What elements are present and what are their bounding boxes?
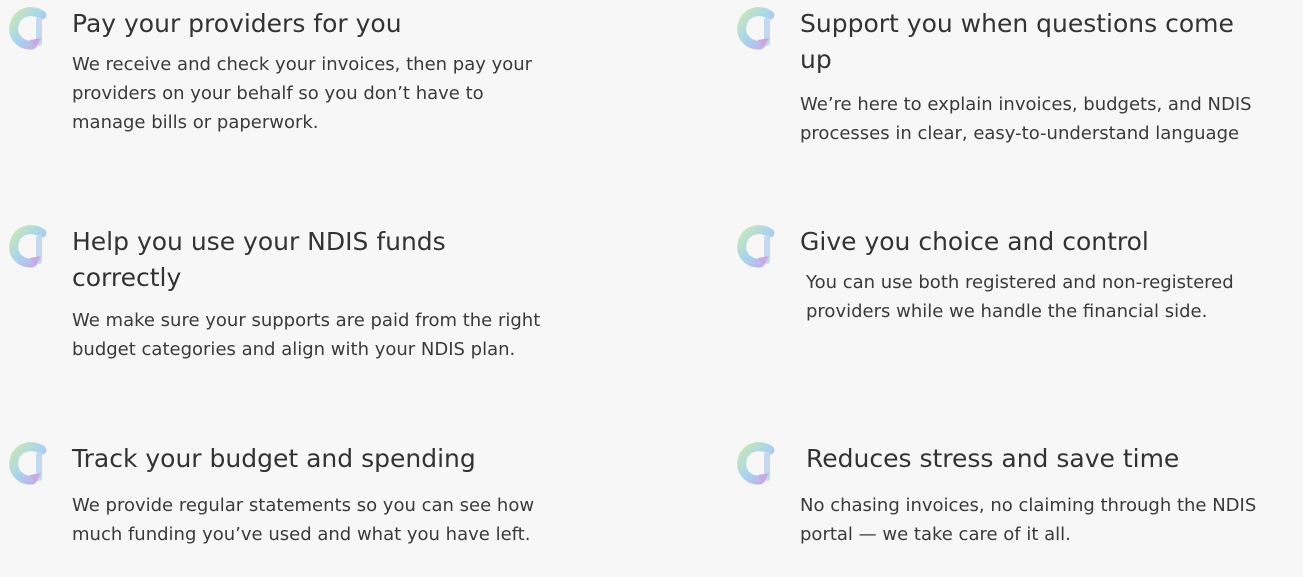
feature-title: Support you when questions come up (800, 9, 1234, 74)
feature-title: Give you choice and control (800, 227, 1149, 256)
feature-title: Pay your providers for you (72, 9, 402, 38)
feature-description: You can use both registered and non-regi… (806, 272, 1234, 322)
feature-description: No chasing invoices, no claiming through… (800, 495, 1257, 545)
refresh-arrow-icon (8, 224, 52, 268)
feature-description: We’re here to explain invoices, budgets,… (800, 94, 1252, 144)
feature-description: We provide regular statements so you can… (72, 495, 535, 545)
refresh-arrow-icon (8, 6, 52, 50)
feature-description: We receive and check your invoices, then… (72, 54, 533, 133)
refresh-arrow-icon (736, 6, 780, 50)
feature-title: Reduces stress and save time (806, 444, 1180, 473)
feature-title: Help you use your NDIS funds correctly (72, 227, 446, 292)
refresh-arrow-icon (736, 224, 780, 268)
feature-title: Track your budget and spending (72, 444, 476, 473)
feature-description: We make sure your supports are paid from… (72, 310, 541, 360)
refresh-arrow-icon (736, 441, 780, 485)
refresh-arrow-icon (8, 441, 52, 485)
